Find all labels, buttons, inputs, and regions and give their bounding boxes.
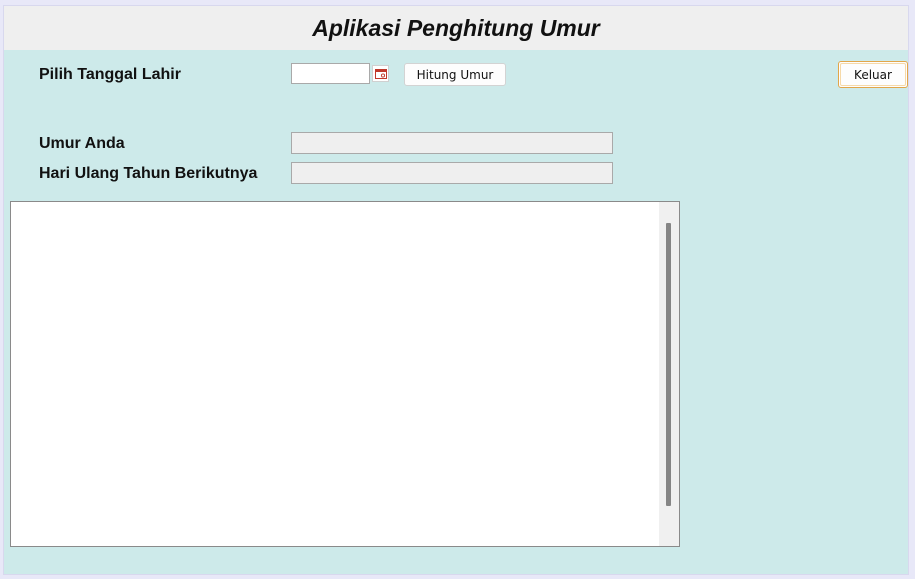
app-title: Aplikasi Penghitung Umur [312,14,600,41]
next-birthday-label: Hari Ulang Tahun Berikutnya [39,165,258,182]
calculate-age-button[interactable]: Hitung Umur [404,63,506,86]
birthdate-input[interactable] [291,63,370,84]
vertical-scrollbar[interactable] [659,202,679,546]
age-output-field [291,132,613,154]
calendar-icon [374,68,387,79]
exit-button-label: Keluar [854,67,892,82]
output-text-area[interactable] [10,201,680,547]
main-window: Aplikasi Penghitung Umur Pilih Tanggal L… [3,5,909,575]
scrollbar-thumb[interactable] [666,223,671,506]
age-label: Umur Anda [39,135,125,152]
title-bar: Aplikasi Penghitung Umur [4,6,908,50]
birthdate-label: Pilih Tanggal Lahir [39,66,181,83]
next-birthday-output-field [291,162,613,184]
calendar-button[interactable] [372,65,389,82]
exit-button[interactable]: Keluar [838,61,908,88]
